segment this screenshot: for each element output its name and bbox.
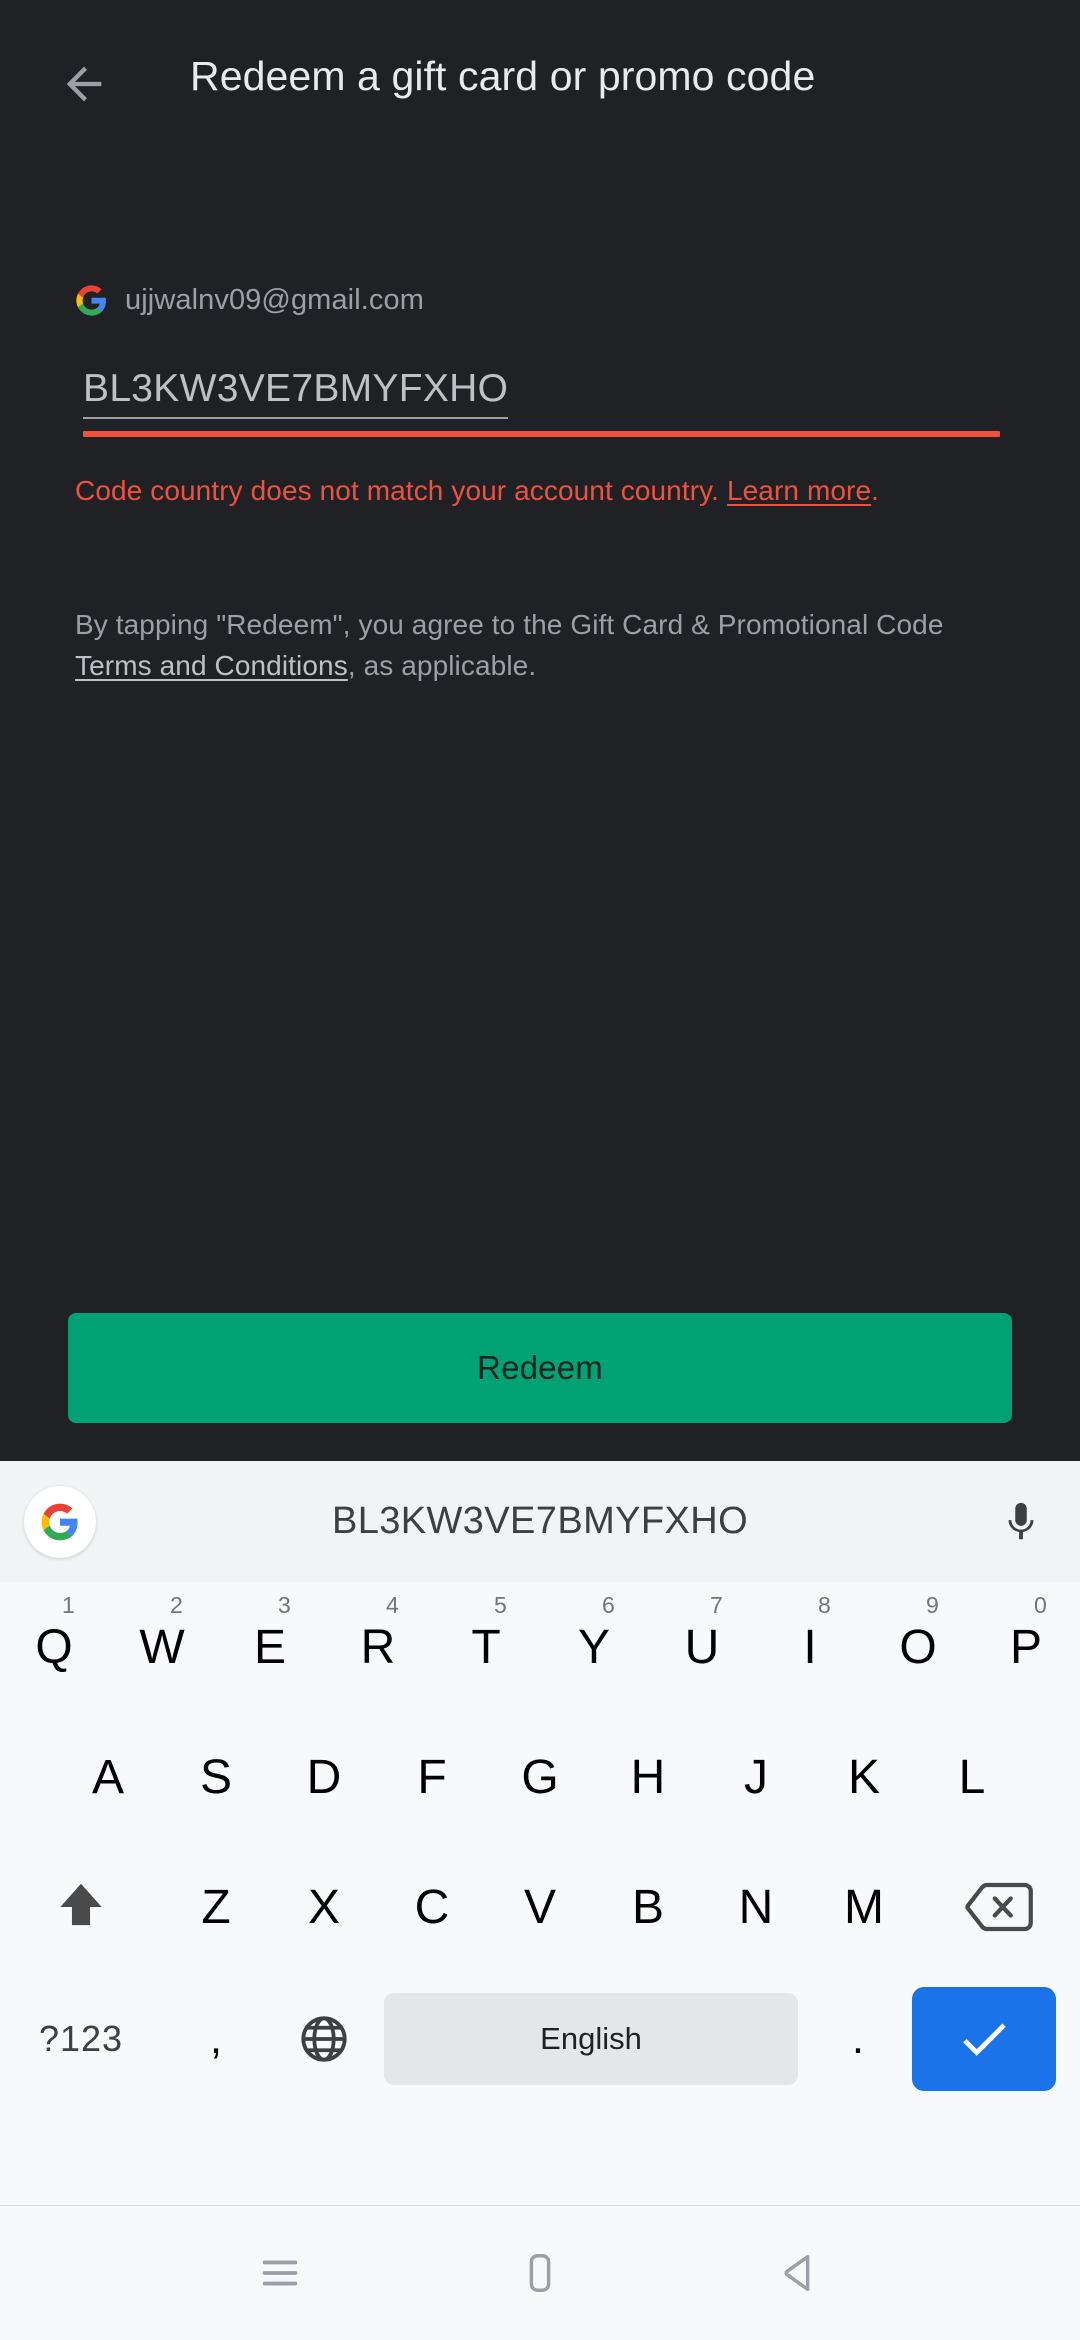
key-N[interactable]: N — [702, 1848, 810, 1966]
key-P[interactable]: 0P — [972, 1588, 1080, 1706]
key-label: P — [1009, 1620, 1042, 1674]
promo-code-value: BL3KW3VE7BMYFXHO — [83, 365, 509, 419]
key-W[interactable]: 2W — [108, 1588, 216, 1706]
keyboard-row-3: Z X C V B N M — [0, 1842, 1080, 1972]
key-B[interactable]: B — [594, 1848, 702, 1966]
key-label: I — [803, 1620, 817, 1674]
key-G[interactable]: G — [486, 1718, 594, 1836]
key-hint: 1 — [62, 1592, 75, 1618]
key-C[interactable]: C — [378, 1848, 486, 1966]
comma-key[interactable]: , — [162, 1980, 270, 2098]
terms-and-conditions-link[interactable]: Terms and Conditions — [75, 650, 348, 681]
period-key[interactable]: . — [804, 1980, 912, 2098]
page-title: Redeem a gift card or promo code — [190, 53, 816, 99]
key-H[interactable]: H — [594, 1718, 702, 1836]
key-X[interactable]: X — [270, 1848, 378, 1966]
keyboard-row-4: ?123 , English . — [0, 1972, 1080, 2106]
key-T[interactable]: 5T — [432, 1588, 540, 1706]
key-O[interactable]: 9O — [864, 1588, 972, 1706]
on-screen-keyboard: BL3KW3VE7BMYFXHO 1Q 2W 3E 4R 5T 6Y 7U 8I… — [0, 1461, 1080, 2207]
redeem-button[interactable]: Redeem — [68, 1313, 1012, 1423]
checkmark-enter-icon[interactable] — [912, 1987, 1056, 2091]
key-Y[interactable]: 6Y — [540, 1588, 648, 1706]
learn-more-link[interactable]: Learn more — [727, 475, 871, 506]
terms-disclaimer: By tapping "Redeem", you agree to the Gi… — [75, 604, 1005, 686]
keyboard-rows: 1Q 2W 3E 4R 5T 6Y 7U 8I 9O 0P A S D F G … — [0, 1582, 1080, 2206]
terms-suffix: , as applicable. — [347, 650, 537, 681]
microphone-icon[interactable] — [990, 1491, 1052, 1553]
key-label: T — [471, 1620, 501, 1674]
app-bar: Redeem a gift card or promo code — [0, 0, 1080, 200]
terms-prefix: By tapping "Redeem", you agree to the Gi… — [75, 609, 944, 640]
keyboard-row-2: A S D F G H J K L — [0, 1712, 1080, 1842]
key-label: U — [684, 1620, 720, 1674]
key-label: R — [360, 1620, 396, 1674]
key-hint: 6 — [602, 1592, 615, 1618]
account-row[interactable]: ujjwalnv09@gmail.com — [75, 283, 424, 317]
suggestion-bar: BL3KW3VE7BMYFXHO — [0, 1461, 1080, 1582]
key-U[interactable]: 7U — [648, 1588, 756, 1706]
key-Z[interactable]: Z — [162, 1848, 270, 1966]
key-label: E — [253, 1620, 286, 1674]
key-I[interactable]: 8I — [756, 1588, 864, 1706]
key-J[interactable]: J — [702, 1718, 810, 1836]
google-g-icon[interactable] — [24, 1486, 96, 1558]
key-V[interactable]: V — [486, 1848, 594, 1966]
system-navigation-bar — [0, 2206, 1080, 2340]
suggestion-text[interactable]: BL3KW3VE7BMYFXHO — [0, 1461, 1080, 1582]
key-hint: 0 — [1034, 1592, 1047, 1618]
spacebar-key[interactable]: English — [384, 1993, 798, 2085]
app-content-area: Redeem a gift card or promo code ujjwaln… — [0, 0, 1080, 1461]
key-S[interactable]: S — [162, 1718, 270, 1836]
error-message-suffix: . — [871, 475, 880, 506]
shift-up-arrow-icon[interactable] — [0, 1848, 162, 1966]
key-label: O — [899, 1620, 937, 1674]
key-R[interactable]: 4R — [324, 1588, 432, 1706]
key-hint: 2 — [170, 1592, 183, 1618]
key-label: Q — [35, 1620, 73, 1674]
error-message: Code country does not match your account… — [75, 470, 1015, 511]
key-hint: 7 — [710, 1592, 723, 1618]
key-K[interactable]: K — [810, 1718, 918, 1836]
backspace-icon[interactable] — [918, 1848, 1080, 1966]
recents-menu-icon[interactable] — [232, 2225, 328, 2321]
key-label: W — [139, 1620, 185, 1674]
key-A[interactable]: A — [54, 1718, 162, 1836]
key-D[interactable]: D — [270, 1718, 378, 1836]
promo-code-input[interactable]: BL3KW3VE7BMYFXHO — [83, 365, 1000, 437]
back-arrow-icon[interactable] — [48, 48, 120, 120]
key-hint: 4 — [386, 1592, 399, 1618]
key-hint: 5 — [494, 1592, 507, 1618]
keyboard-row-1: 1Q 2W 3E 4R 5T 6Y 7U 8I 9O 0P — [0, 1582, 1080, 1712]
key-M[interactable]: M — [810, 1848, 918, 1966]
globe-language-icon[interactable] — [270, 1980, 378, 2098]
home-square-icon[interactable] — [492, 2225, 588, 2321]
key-L[interactable]: L — [918, 1718, 1026, 1836]
input-error-underline — [83, 431, 1000, 437]
google-g-icon — [75, 284, 108, 317]
key-Q[interactable]: 1Q — [0, 1588, 108, 1706]
phone-screen: Redeem a gift card or promo code ujjwaln… — [0, 0, 1080, 2340]
key-hint: 8 — [818, 1592, 831, 1618]
key-hint: 9 — [926, 1592, 939, 1618]
back-triangle-icon[interactable] — [752, 2225, 848, 2321]
key-hint: 3 — [278, 1592, 291, 1618]
key-E[interactable]: 3E — [216, 1588, 324, 1706]
error-message-text: Code country does not match your account… — [75, 475, 727, 506]
account-email: ujjwalnv09@gmail.com — [125, 284, 424, 316]
key-F[interactable]: F — [378, 1718, 486, 1836]
key-label: Y — [577, 1620, 610, 1674]
symbols-key[interactable]: ?123 — [0, 1980, 162, 2098]
